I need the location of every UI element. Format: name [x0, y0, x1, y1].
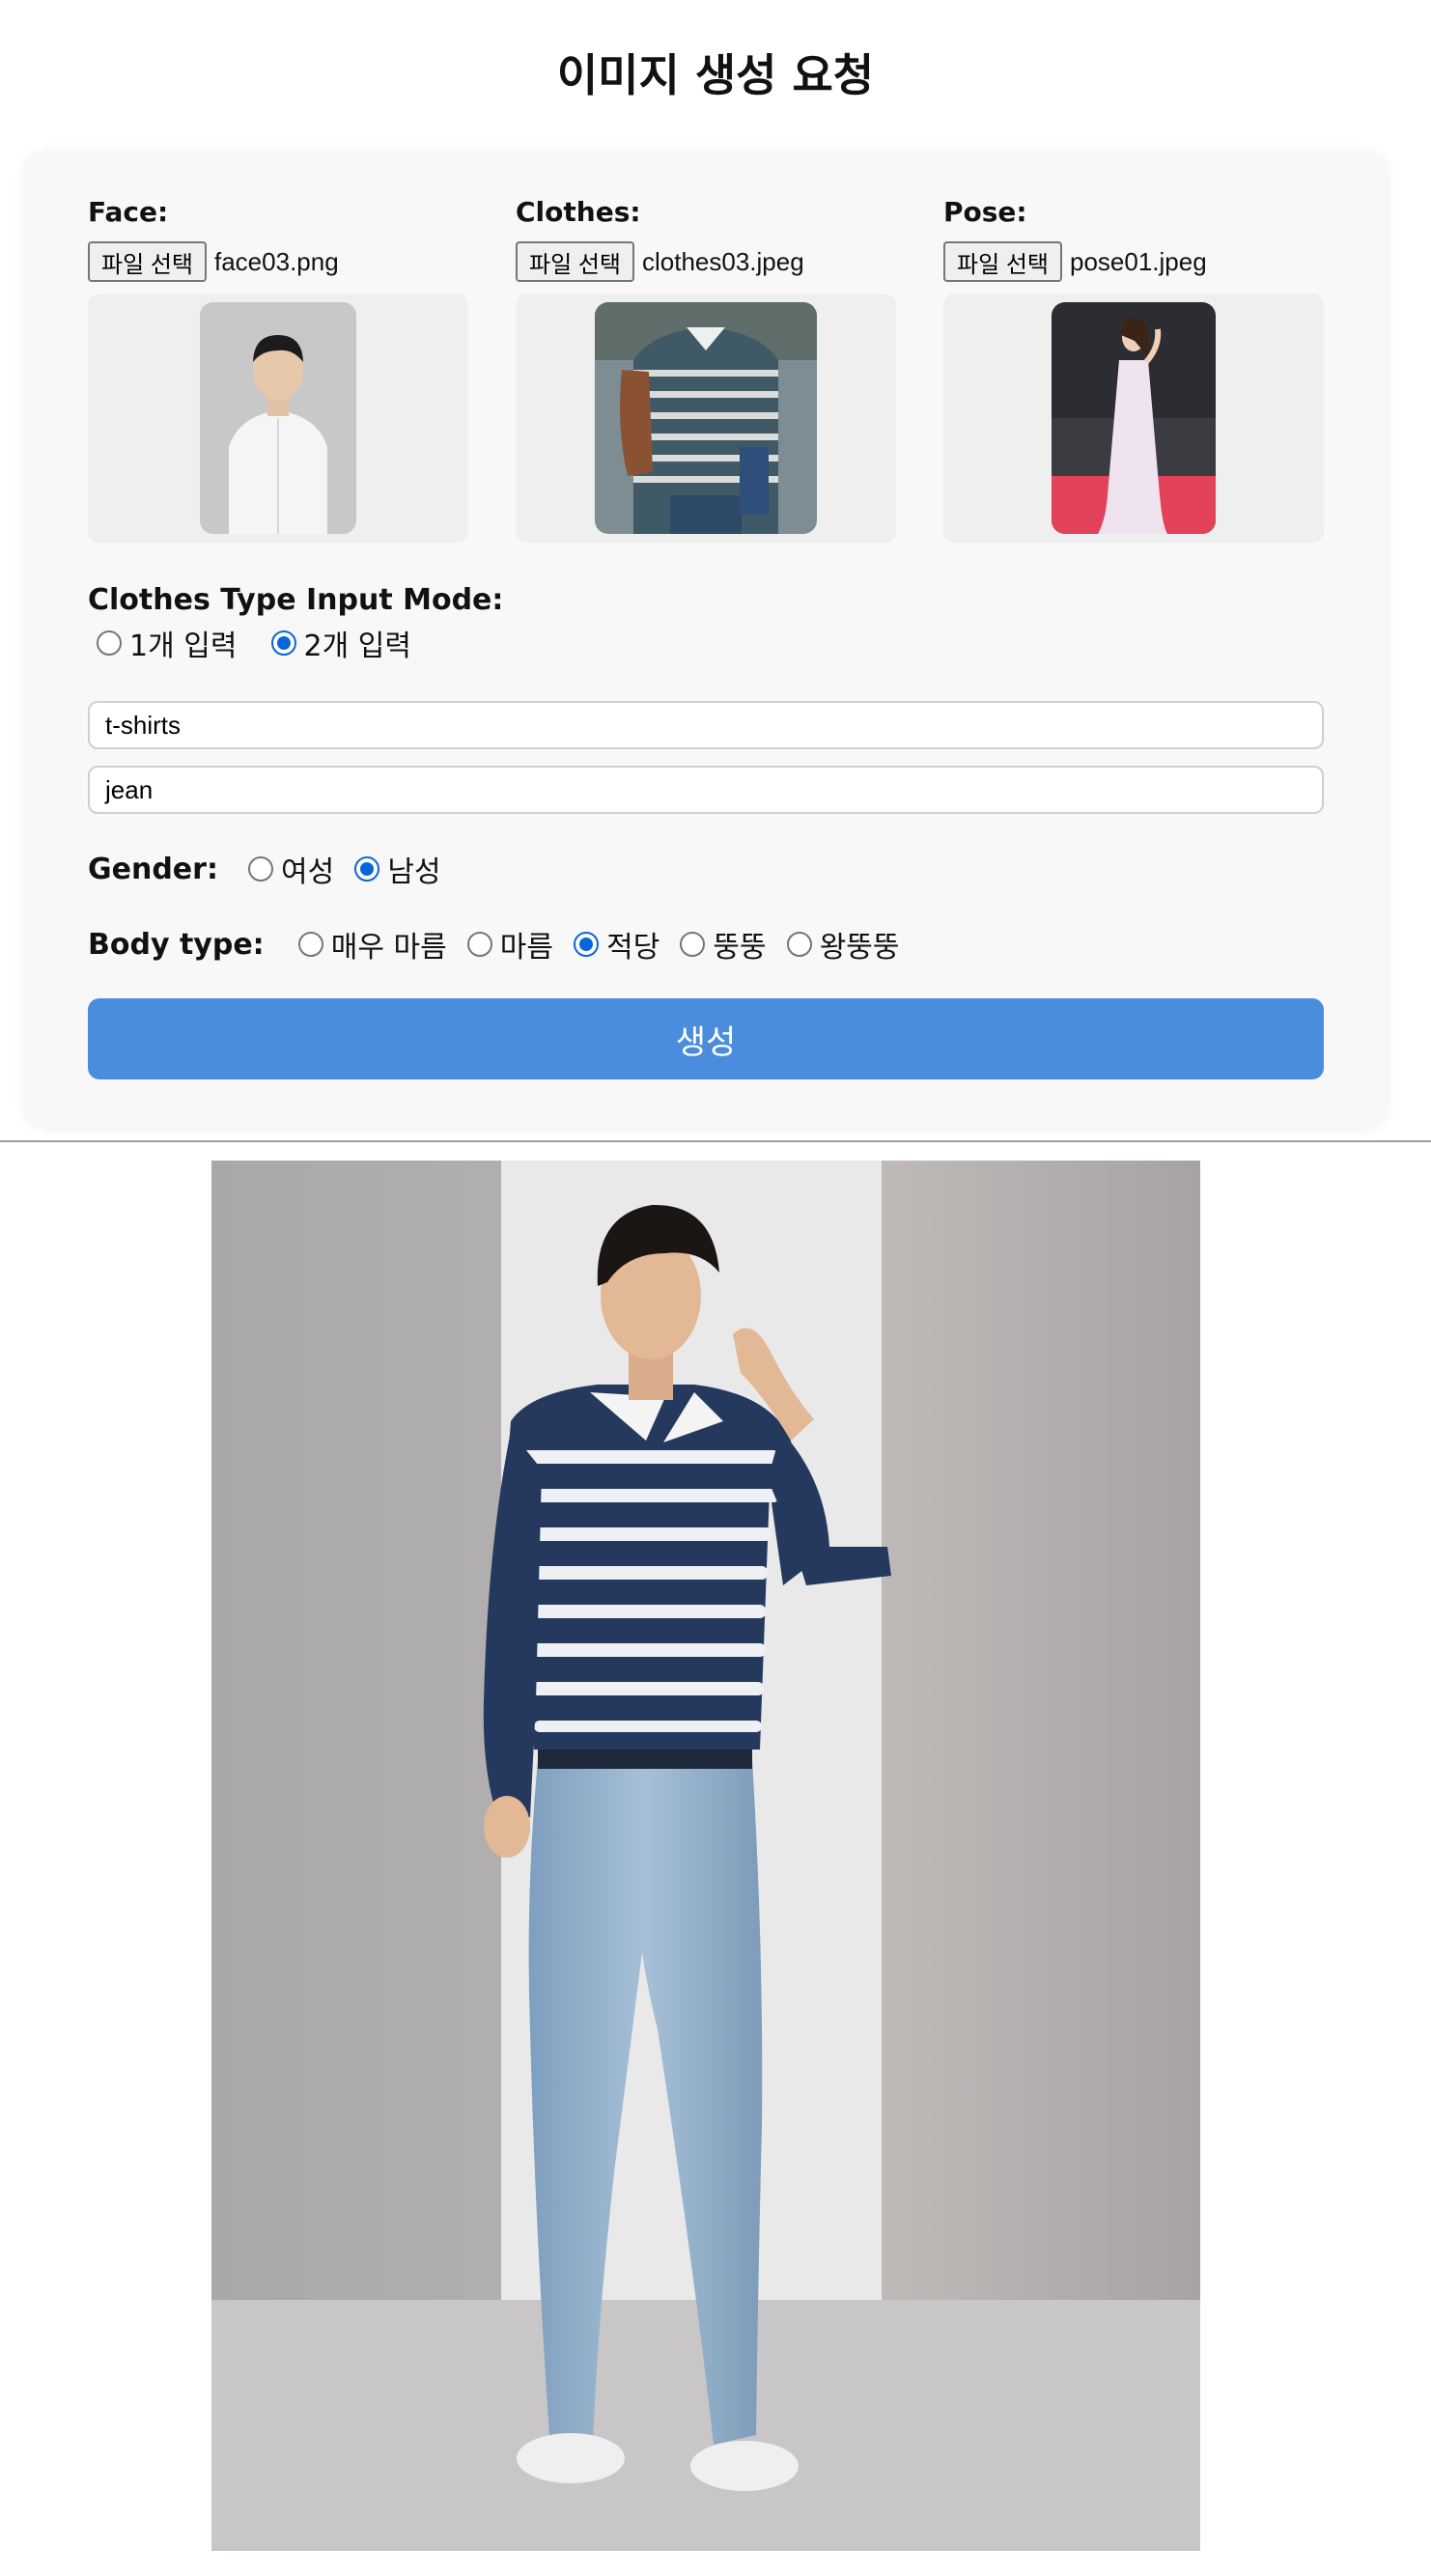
mode-option-2-label: 2개 입력 [303, 630, 411, 663]
clothes-type-input-1[interactable]: t-shirts [88, 701, 1324, 749]
pose-thumbnail [1052, 302, 1216, 534]
clothes-mode-group: 1개 입력 2개 입력 [97, 622, 440, 664]
clothes-thumbnail [595, 302, 817, 534]
gender-male-radio[interactable] [354, 856, 380, 882]
page-title: 이미지 생성 요청 [556, 49, 875, 101]
request-form-card: Face: 파일 선택 face03.png Clothes: 파일 선택 cl… [25, 151, 1387, 1126]
generate-button[interactable]: 생성 [88, 998, 1324, 1079]
body-fat-radio[interactable] [680, 932, 706, 957]
gender-group: Gender: 여성 남성 [88, 848, 470, 890]
gender-female-label: 여성 [281, 855, 335, 889]
gender-female-radio[interactable] [248, 856, 274, 882]
pose-file-button[interactable]: 파일 선택 [943, 241, 1062, 282]
body-thin-radio[interactable] [466, 932, 492, 957]
clothes-label: Clothes: [516, 196, 641, 228]
body-very-fat-radio[interactable] [786, 932, 812, 957]
body-thin-label: 마름 [499, 931, 553, 965]
face-preview [88, 294, 468, 543]
clothes-file-button[interactable]: 파일 선택 [516, 241, 634, 282]
face-upload: Face: 파일 선택 face03.png [88, 193, 468, 543]
pose-preview [943, 294, 1324, 543]
clothes-type-input-2[interactable]: jean [88, 766, 1324, 814]
section-divider [0, 1140, 1431, 1142]
gender-male-label: 남성 [387, 855, 441, 889]
clothes-upload: Clothes: 파일 선택 clothes03.jpeg [516, 193, 896, 543]
clothes-preview [516, 294, 896, 543]
face-file-button[interactable]: 파일 선택 [88, 241, 207, 282]
mode-option-1-radio[interactable] [97, 630, 122, 656]
body-very-thin-label: 매우 마름 [330, 931, 447, 965]
gender-label: Gender: [88, 852, 218, 886]
body-type-group: Body type: 매우 마름 마름 적당 뚱뚱 왕뚱뚱 [88, 923, 929, 966]
pose-filename: pose01.jpeg [1070, 246, 1207, 276]
pose-upload: Pose: 파일 선택 pose01.jpeg [943, 193, 1324, 543]
face-label: Face: [88, 196, 169, 228]
clothes-mode-label: Clothes Type Input Mode: [88, 583, 504, 617]
body-fat-label: 뚱뚱 [713, 931, 767, 965]
face-filename: face03.png [214, 246, 339, 276]
clothes-filename: clothes03.jpeg [642, 246, 804, 276]
body-normal-label: 적당 [606, 931, 660, 965]
mode-option-1-label: 1개 입력 [129, 630, 238, 663]
body-very-fat-label: 왕뚱뚱 [819, 931, 900, 965]
pose-label: Pose: [943, 196, 1027, 228]
body-very-thin-radio[interactable] [297, 932, 323, 957]
mode-option-2-radio[interactable] [270, 630, 296, 656]
body-normal-radio[interactable] [574, 932, 600, 957]
generated-result-image [211, 1161, 1200, 2551]
body-type-label: Body type: [88, 927, 265, 962]
face-thumbnail [200, 302, 356, 534]
